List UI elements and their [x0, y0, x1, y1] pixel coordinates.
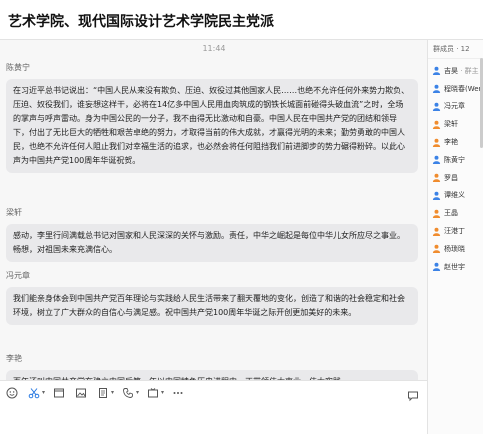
message-item: 李艳 百年还叫中国共产党在建立中国后第一年以中国特色历史进程中，正带领伟大事业，… — [6, 353, 424, 380]
member-name: 汪港丁 — [444, 227, 465, 236]
member-name: 谭维义 — [444, 191, 465, 200]
chat-history-icon[interactable] — [407, 387, 419, 402]
member-item[interactable]: 梁轩 — [428, 115, 483, 133]
user-icon — [432, 173, 441, 183]
message-sender: 梁轩 — [6, 208, 22, 217]
message-sender: 李艳 — [6, 354, 22, 363]
user-icon — [432, 67, 441, 76]
user-icon — [432, 191, 441, 200]
message-bubble[interactable]: 在习近平总书记说出：“中国人民从来没有欺负、压迫、奴役过其他国家人民……也绝不允… — [6, 79, 418, 173]
member-name: 罗昌 — [444, 173, 458, 182]
chevron-down-icon[interactable]: ▾ — [136, 389, 139, 396]
member-item[interactable]: 汪港丁 — [428, 222, 483, 240]
message-sender: 冯元章 — [6, 271, 30, 280]
member-item[interactable]: 罗昌 — [428, 169, 483, 187]
title-bar: 艺术学院、现代国际设计艺术学院民主党派 — [0, 0, 483, 40]
member-item[interactable]: 杨琐晓 — [428, 240, 483, 258]
user-icon — [432, 138, 441, 147]
message-timestamp: 11:44 — [202, 44, 226, 53]
user-icon — [432, 102, 441, 111]
chat-panel[interactable]: 11:44 陈黄宁 在习近平总书记说出：“中国人民从来没有欺负、压迫、奴役过其他… — [0, 40, 428, 380]
member-name: 杨琐晓 — [444, 244, 465, 253]
member-item[interactable]: 谭维义 — [428, 187, 483, 205]
group-title: 艺术学院、现代国际设计艺术学院民主党派 — [8, 14, 274, 30]
more-icon[interactable] — [172, 387, 184, 399]
message-bubble[interactable]: 百年还叫中国共产党在建立中国后第一年以中国特色历史进程中，正带领伟大事业，伟大实… — [6, 370, 418, 380]
live-icon[interactable] — [147, 387, 159, 399]
member-count-header: 群成员 · 12 — [428, 40, 483, 59]
member-item[interactable]: 王晶 — [428, 204, 483, 222]
document-icon[interactable] — [97, 387, 109, 399]
message-input[interactable] — [0, 404, 428, 434]
member-item[interactable]: 赵世宇 — [428, 258, 483, 276]
message-item: 陈黄宁 在习近平总书记说出：“中国人民从来没有欺负、压迫、奴役过其他国家人民……… — [6, 62, 424, 173]
scissors-icon[interactable] — [28, 387, 40, 399]
message-item: 梁轩 感动，李里行间满载总书记对国家和人民深深的关怀与激励。责任，中华之崛起是每… — [6, 207, 424, 262]
member-panel: 群成员 · 12 吉昊 · 群主 程晓春(Wen 冯元章 梁轩 李艳 陈黄宁 罗… — [428, 40, 483, 434]
member-name: 吉昊 — [444, 66, 458, 75]
member-name: 陈黄宁 — [444, 155, 465, 164]
member-name: 梁轩 — [444, 120, 458, 129]
folder-icon[interactable] — [53, 387, 65, 399]
chevron-down-icon[interactable]: ▾ — [111, 389, 114, 396]
member-name: 李艳 — [444, 138, 458, 147]
chevron-down-icon[interactable]: ▾ — [161, 389, 164, 396]
member-name: 王晶 — [444, 209, 458, 218]
member-item[interactable]: 李艳 — [428, 133, 483, 151]
user-icon — [432, 245, 441, 254]
owner-tag: · 群主 — [458, 66, 479, 75]
member-name: 赵世宇 — [444, 262, 465, 271]
image-icon[interactable] — [75, 387, 87, 399]
phone-icon[interactable] — [122, 387, 134, 399]
user-icon — [432, 227, 441, 236]
member-name: 冯元章 — [444, 102, 465, 111]
user-icon — [432, 262, 441, 272]
user-icon — [432, 209, 441, 218]
message-bubble[interactable]: 感动，李里行间满载总书记对国家和人民深深的关怀与激励。责任，中华之崛起是每位中华… — [6, 224, 418, 262]
user-icon — [432, 120, 441, 129]
user-icon — [432, 84, 441, 94]
chevron-down-icon[interactable]: ▾ — [42, 389, 45, 396]
message-sender: 陈黄宁 — [6, 63, 30, 72]
message-bubble[interactable]: 我们能亲身体会到中国共产党百年理论与实践给人民生活带来了翻天覆地的变化，创造了和… — [6, 287, 418, 325]
member-name: 程晓春(Wen — [444, 84, 483, 93]
input-toolbar: ▾ ▾ ▾ ▾ — [0, 380, 428, 404]
message-item: 冯元章 我们能亲身体会到中国共产党百年理论与实践给人民生活带来了翻天覆地的变化，… — [6, 270, 424, 325]
member-list: 吉昊 · 群主 程晓春(Wen 冯元章 梁轩 李艳 陈黄宁 罗昌 谭维义 王晶 … — [428, 59, 483, 276]
user-icon — [432, 156, 441, 165]
member-item[interactable]: 吉昊 · 群主 — [428, 62, 483, 80]
member-item[interactable]: 陈黄宁 — [428, 151, 483, 169]
member-item[interactable]: 冯元章 — [428, 98, 483, 116]
member-item[interactable]: 程晓春(Wen — [428, 80, 483, 98]
emoji-icon[interactable] — [6, 387, 18, 399]
